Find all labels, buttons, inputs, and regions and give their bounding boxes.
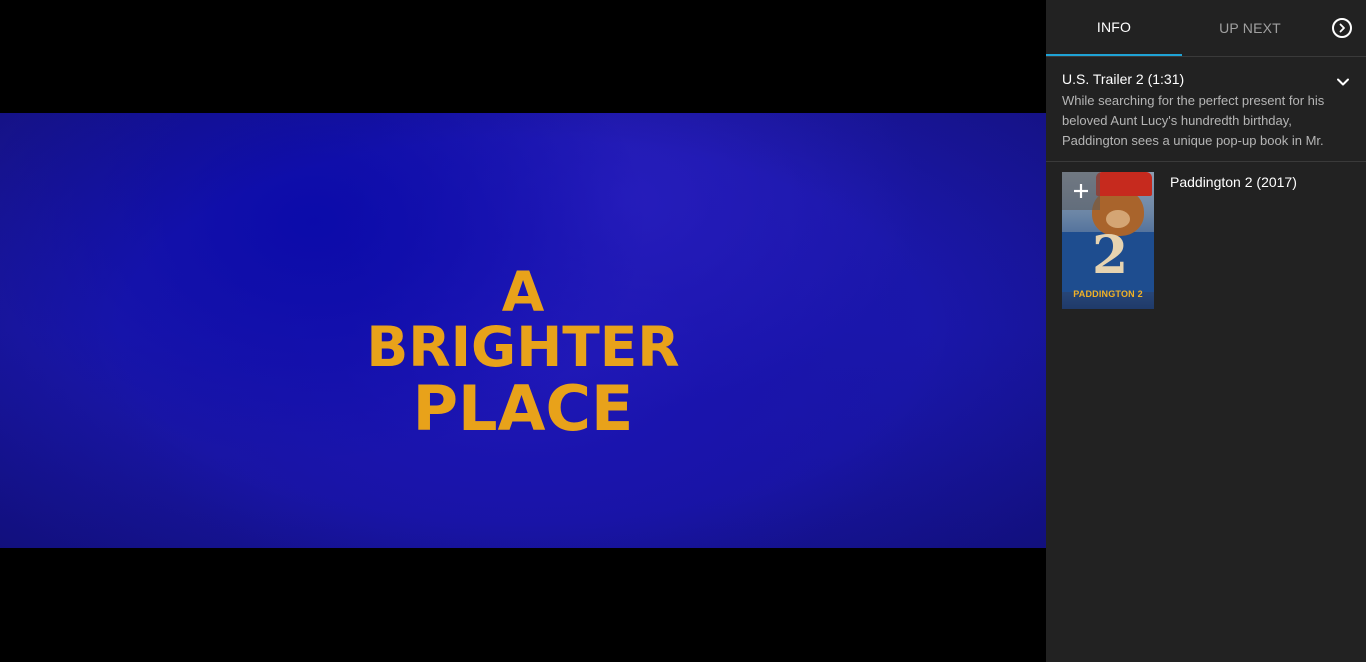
chevron-down-icon[interactable]: [1336, 75, 1350, 89]
poster-bear-hat: [1096, 172, 1152, 196]
tab-up-next[interactable]: UP NEXT: [1182, 0, 1318, 56]
video-title-card: A BRIGHTER PLACE: [340, 265, 706, 440]
plus-icon[interactable]: [1062, 172, 1100, 210]
panel-tabs: INFO UP NEXT: [1046, 0, 1366, 57]
related-item-title[interactable]: Paddington 2 (2017): [1170, 172, 1297, 309]
poster-number: 2: [1092, 225, 1129, 286]
video-info-title: U.S. Trailer 2 (1:31): [1062, 71, 1185, 87]
title-card-line-2: PLACE: [412, 372, 634, 445]
side-panel: INFO UP NEXT U.S. Trailer 2 (1:31) While…: [1046, 0, 1366, 662]
movie-poster[interactable]: 2 PADDINGTON 2: [1062, 172, 1154, 309]
poster-title-text: PADDINGTON 2: [1073, 289, 1143, 299]
app-window: A BRIGHTER PLACE INFO UP NEXT U.S. Trail…: [0, 0, 1366, 662]
tab-info[interactable]: INFO: [1046, 0, 1182, 56]
title-card-line-1: A BRIGHTER: [366, 260, 680, 379]
chevron-circle-right-icon[interactable]: [1332, 18, 1352, 38]
video-info-description: While searching for the perfect present …: [1062, 93, 1325, 148]
info-section: U.S. Trailer 2 (1:31) While searching fo…: [1046, 57, 1366, 162]
video-player[interactable]: A BRIGHTER PLACE: [0, 0, 1046, 662]
related-item[interactable]: 2 PADDINGTON 2 Paddington 2 (2017): [1046, 162, 1366, 319]
